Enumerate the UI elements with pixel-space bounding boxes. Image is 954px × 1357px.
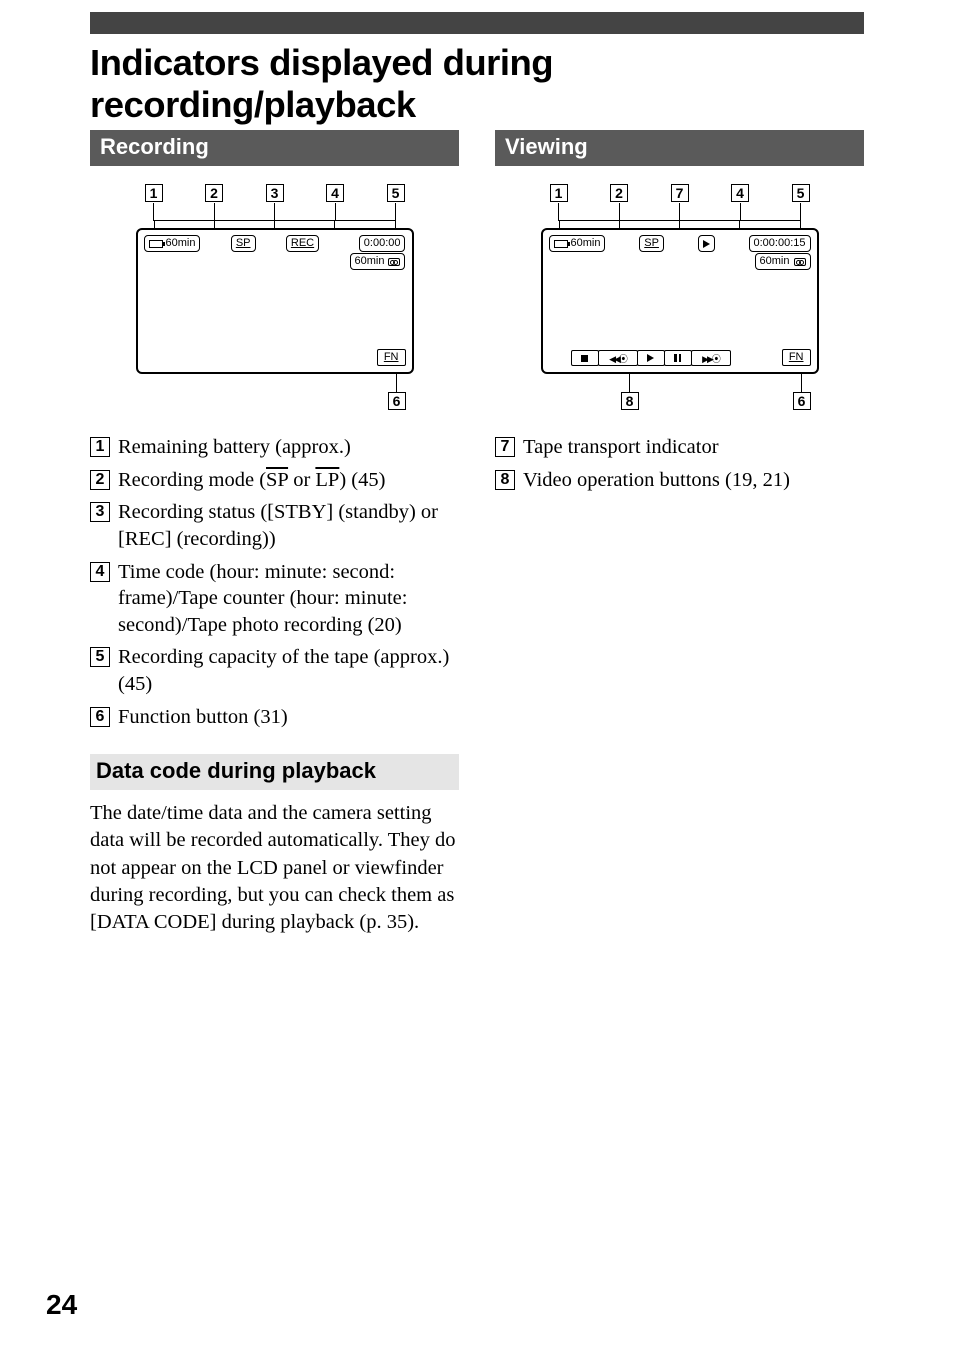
pause-button[interactable]: [664, 350, 692, 366]
fn-button[interactable]: FN: [377, 349, 406, 366]
callout: 8: [621, 374, 639, 411]
tape-remaining-indicator: 60min: [755, 253, 811, 270]
transport-indicator: [698, 235, 715, 252]
callout: 5: [791, 184, 811, 221]
callout: 4: [325, 184, 345, 221]
battery-indicator: 60min: [144, 235, 201, 252]
recording-legend: 1Remaining battery (approx.) 2Recording …: [90, 434, 459, 730]
fn-button[interactable]: FN: [782, 349, 811, 366]
video-op-buttons: ◀◀⦿ ▶▶⦿: [571, 350, 730, 366]
rewind-icon: ◀◀⦿: [609, 352, 626, 365]
recording-diagram: 1 2 3 4 5 60min SP REC: [90, 184, 459, 414]
content-columns: Recording 1 2 3 4 5: [90, 130, 864, 936]
pause-icon: [674, 354, 681, 362]
timecode-indicator: 0:00:00:15: [749, 235, 811, 252]
viewing-diagram: 1 2 7 4 5 60min SP 0:00:00:15: [495, 184, 864, 414]
callout: 4: [730, 184, 750, 221]
legend-item: 2Recording mode (SP or LP) (45): [90, 467, 459, 494]
legend-item: 1Remaining battery (approx.): [90, 434, 459, 461]
mode-indicator: SP: [231, 235, 256, 252]
stop-icon: [581, 355, 588, 362]
legend-item: 8Video operation buttons (19, 21): [495, 467, 864, 494]
status-indicator: REC: [286, 235, 319, 252]
callout: 2: [609, 184, 629, 221]
callout: 5: [386, 184, 406, 221]
play-button[interactable]: [637, 350, 665, 366]
tape-remaining-indicator: 60min: [350, 253, 406, 270]
timecode-indicator: 0:00:00: [359, 235, 406, 252]
viewing-panel: 60min SP 0:00:00:15 60min ◀◀⦿: [541, 228, 819, 374]
callout: 7: [670, 184, 690, 221]
page-number: 24: [46, 1289, 77, 1321]
page-title: Indicators displayed during recording/pl…: [90, 42, 864, 126]
legend-text: Recording mode (SP or LP) (45): [118, 467, 385, 494]
rewind-button[interactable]: ◀◀⦿: [598, 350, 638, 366]
callout: 1: [144, 184, 164, 221]
callout: 2: [204, 184, 224, 221]
callout: 6: [388, 374, 406, 411]
header-bar: [90, 12, 864, 34]
legend-item: 6Function button (31): [90, 704, 459, 731]
mode-indicator: SP: [639, 235, 664, 252]
play-icon: [647, 354, 654, 362]
legend-item: 7Tape transport indicator: [495, 434, 864, 461]
fastforward-button[interactable]: ▶▶⦿: [691, 350, 731, 366]
datacode-paragraph: The date/time data and the camera settin…: [90, 800, 459, 935]
callout: 1: [549, 184, 569, 221]
battery-indicator: 60min: [549, 235, 606, 252]
legend-item: 5Recording capacity of the tape (approx.…: [90, 644, 459, 697]
fastforward-icon: ▶▶⦿: [702, 352, 719, 365]
subsection-heading-datacode: Data code during playback: [90, 754, 459, 790]
play-icon: [703, 240, 710, 248]
section-heading-viewing: Viewing: [495, 130, 864, 166]
recording-panel: 60min SP REC 0:00:00 60min FN: [136, 228, 414, 374]
legend-item: 3Recording status ([STBY] (standby) or […: [90, 499, 459, 552]
viewing-legend: 7Tape transport indicator 8Video operati…: [495, 434, 864, 493]
right-column: Viewing 1 2 7 4 5 60min SP: [495, 130, 864, 936]
callout: 6: [793, 374, 811, 411]
stop-button[interactable]: [571, 350, 599, 366]
legend-item: 4Time code (hour: minute: second: frame)…: [90, 559, 459, 639]
section-heading-recording: Recording: [90, 130, 459, 166]
callout: 3: [265, 184, 285, 221]
left-column: Recording 1 2 3 4 5: [90, 130, 459, 936]
